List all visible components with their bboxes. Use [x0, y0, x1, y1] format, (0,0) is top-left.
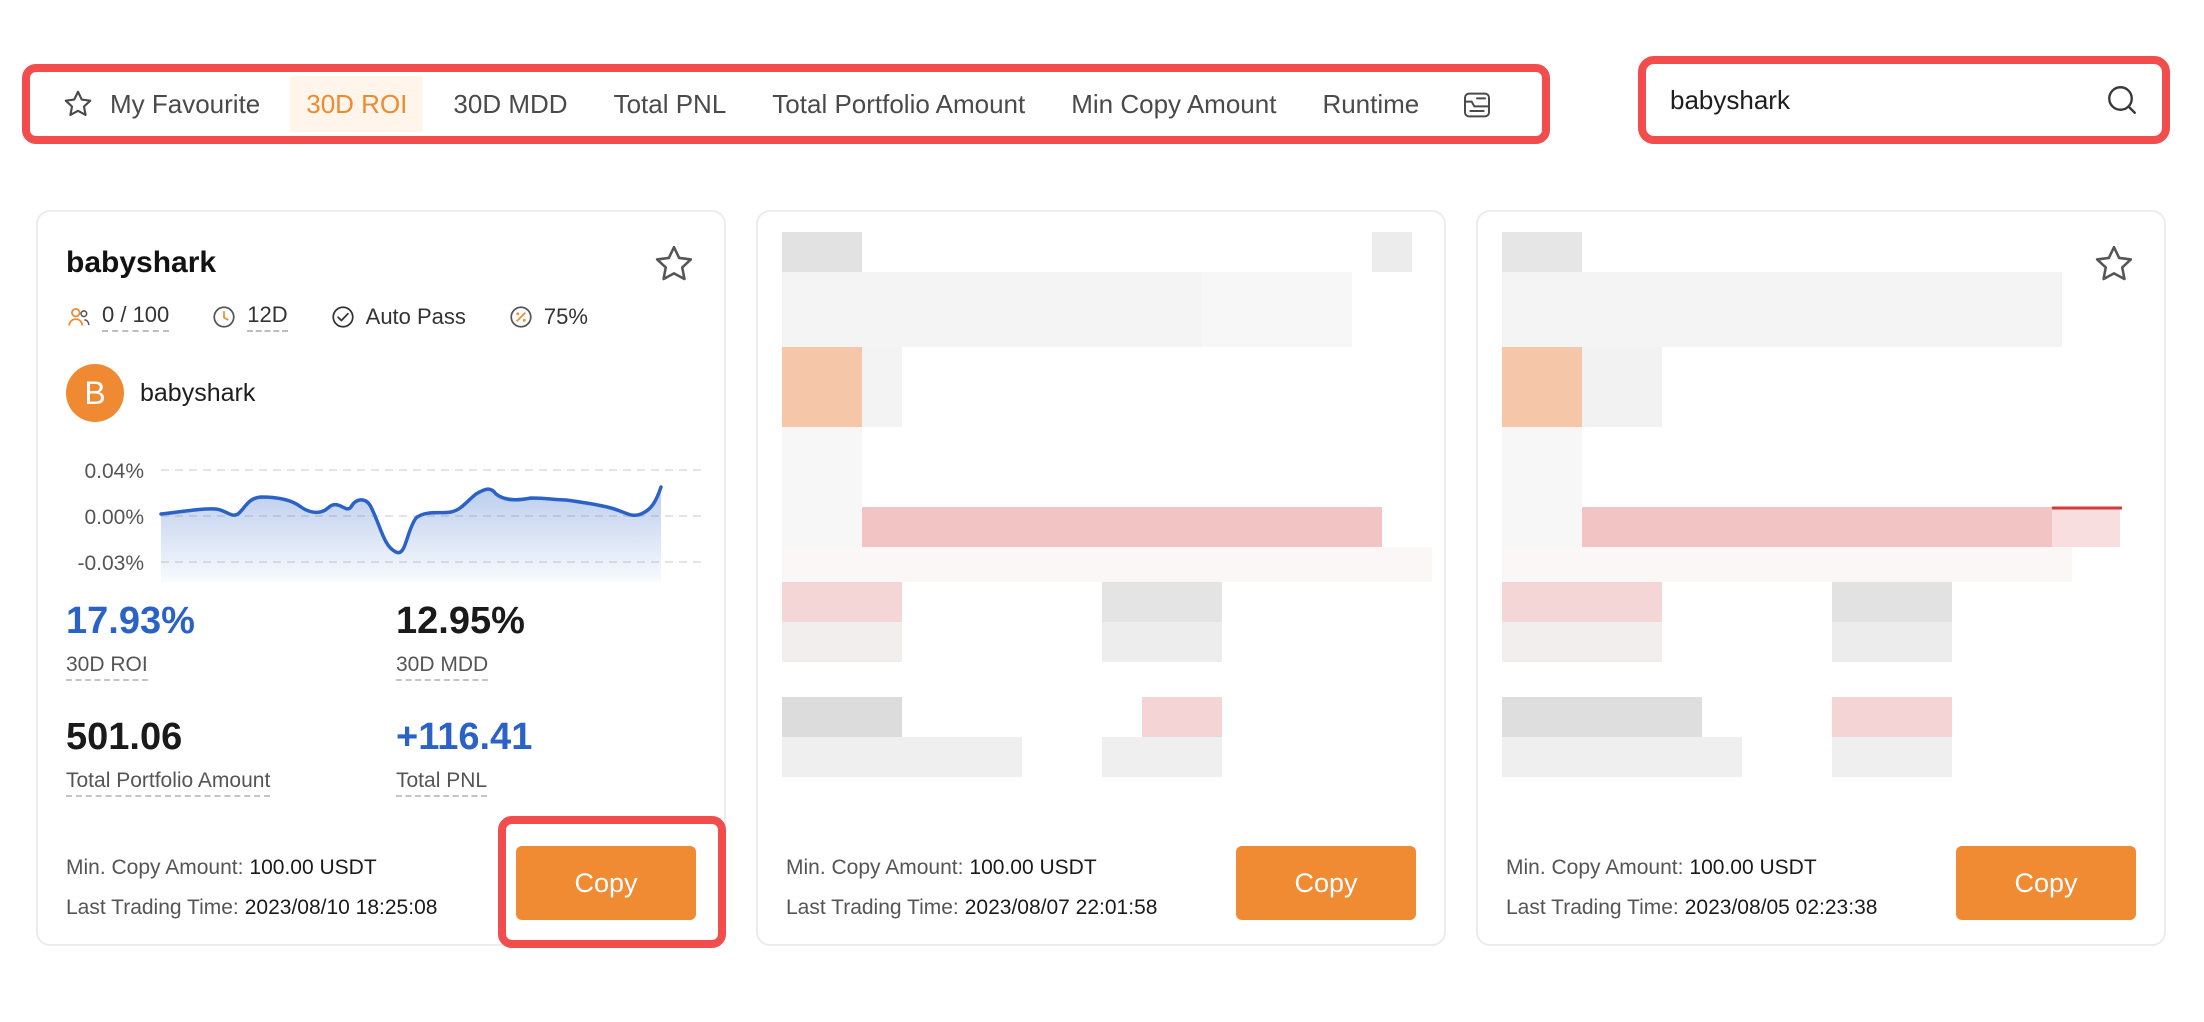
tab-label: 30D ROI [306, 88, 408, 119]
tab-label: 30D MDD [453, 88, 568, 119]
min-copy-amount: Min. Copy Amount: 100.00 USDT [66, 856, 377, 879]
favourite-star-icon[interactable] [652, 242, 696, 286]
chart-tick-label: -0.03% [77, 552, 144, 575]
tab-total-pnl[interactable]: Total PNL [598, 76, 743, 132]
search-box [1638, 56, 2170, 144]
followers: 0 / 100 [66, 302, 170, 332]
roi-sparkline-chart: 0.04% 0.00% -0.03% [77, 460, 706, 582]
tab-label: Min Copy Amount [1071, 88, 1277, 119]
chart-tick-label: 0.04% [84, 460, 144, 483]
tab-runtime[interactable]: Runtime [1306, 76, 1435, 132]
filter-settings-icon [1461, 88, 1493, 120]
mdd-value: 12.95% [396, 600, 525, 642]
tab-30d-roi[interactable]: 30D ROI [290, 76, 424, 132]
card-footer-info: Min. Copy Amount: 100.00 USDT Last Tradin… [786, 848, 1157, 928]
users-icon [68, 308, 90, 326]
portfolio-value: 501.06 [66, 716, 183, 758]
tab-total-portfolio-amount[interactable]: Total Portfolio Amount [756, 76, 1041, 132]
last-trading-time: Last Trading Time: 2023/08/10 18:25:08 [66, 896, 438, 919]
roi-stat: 17.93% 30D ROI [66, 600, 195, 681]
card-footer-info: Min. Copy Amount: 100.00 USDT Last Tradin… [66, 848, 437, 928]
tab-label: My Favourite [110, 88, 261, 119]
mdd-label: 30D MDD [396, 653, 489, 681]
tab-min-copy-amount[interactable]: Min Copy Amount [1055, 76, 1292, 132]
mdd-stat: 12.95% 30D MDD [396, 600, 525, 681]
profit-share: 75% [508, 304, 588, 330]
pnl-stat: +116.41 Total PNL [396, 716, 532, 797]
trader-info: B babyshark [66, 364, 255, 422]
last-trading-time: Last Trading Time: 2023/08/07 22:01:58 [786, 896, 1158, 919]
pnl-value: +116.41 [396, 716, 533, 758]
tab-label: Runtime [1322, 88, 1420, 119]
star-icon [62, 88, 94, 120]
auto-pass: Auto Pass [330, 304, 466, 330]
trader-card: babyshark 0 / 100 12D Auto Pass 75% B ba… [36, 210, 726, 946]
copy-button[interactable]: Copy [1236, 846, 1416, 920]
pixelated-content [782, 232, 1432, 777]
sort-filter-bar: My Favourite 30D ROI 30D MDD Total PNL T… [22, 64, 1550, 144]
avatar: B [66, 364, 124, 422]
pixelated-content [1502, 232, 2122, 777]
tab-label: Total Portfolio Amount [772, 88, 1026, 119]
check-circle-icon [332, 306, 354, 328]
percent-icon [510, 306, 532, 328]
copy-button[interactable]: Copy [516, 846, 696, 920]
tab-30d-mdd[interactable]: 30D MDD [437, 76, 583, 132]
tab-my-favourite[interactable]: My Favourite [46, 76, 276, 132]
chart-tick-label: 0.00% [84, 506, 144, 529]
clock-icon [213, 306, 235, 328]
last-trading-time: Last Trading Time: 2023/08/05 02:23:38 [1506, 896, 1878, 919]
min-copy-amount: Min. Copy Amount: 100.00 USDT [1506, 856, 1817, 879]
card-title: babyshark [66, 246, 217, 279]
portfolio-label: Total Portfolio Amount [66, 769, 271, 797]
trader-card: Min. Copy Amount: 100.00 USDT Last Tradin… [1476, 210, 2166, 946]
card-footer-info: Min. Copy Amount: 100.00 USDT Last Tradin… [1506, 848, 1877, 928]
pnl-label: Total PNL [396, 769, 488, 797]
min-copy-amount: Min. Copy Amount: 100.00 USDT [786, 856, 1097, 879]
runtime: 12D [211, 302, 288, 332]
search-input[interactable] [1670, 84, 2104, 116]
trader-name: babyshark [140, 378, 256, 407]
trader-card: Min. Copy Amount: 100.00 USDT Last Tradin… [756, 210, 1446, 946]
copy-button[interactable]: Copy [1956, 846, 2136, 920]
tab-label: Total PNL [613, 88, 727, 119]
portfolio-stat: 501.06 Total Portfolio Amount [66, 716, 271, 797]
search-icon[interactable] [2104, 82, 2140, 118]
filter-settings-button[interactable] [1449, 76, 1505, 132]
roi-value: 17.93% [66, 600, 195, 642]
roi-label: 30D ROI [66, 653, 148, 681]
card-meta: 0 / 100 12D Auto Pass 75% [66, 302, 630, 332]
